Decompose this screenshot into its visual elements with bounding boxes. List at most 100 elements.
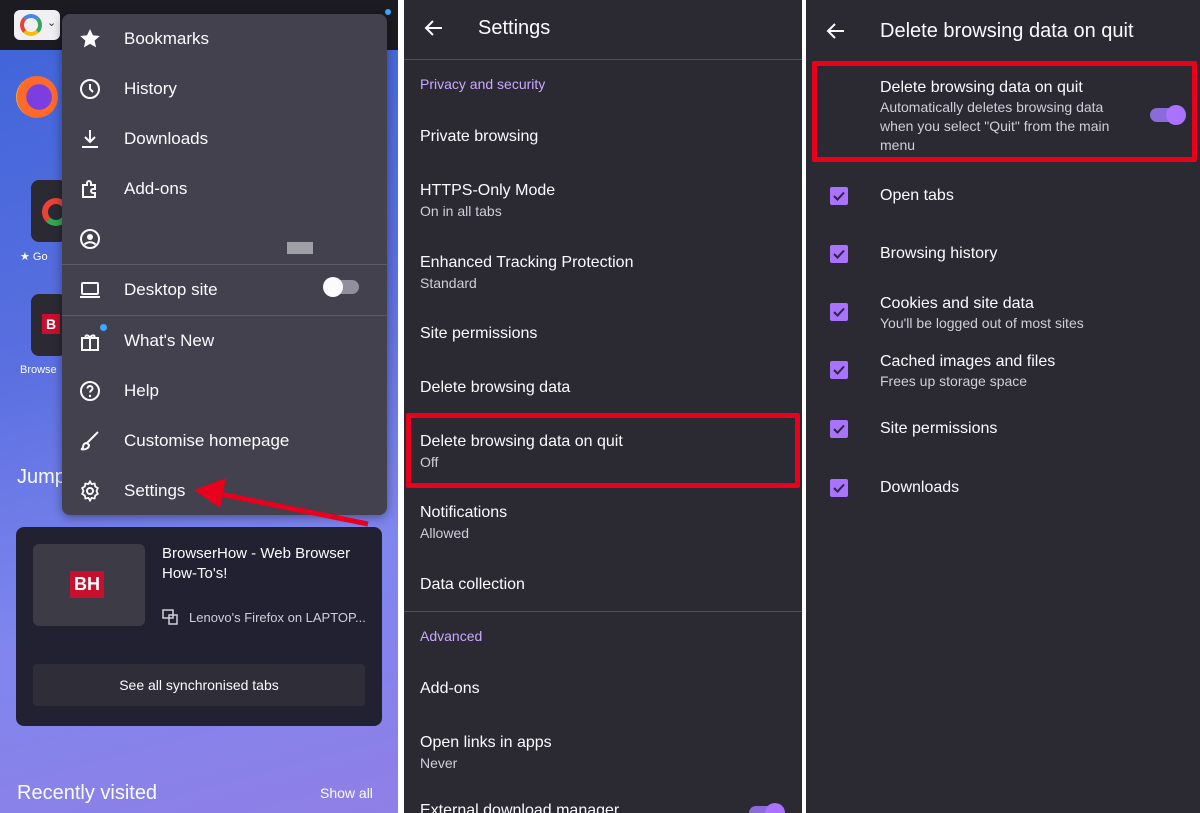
setting-title: Notifications [420,504,508,521]
settings-header: Settings [404,0,802,60]
setting-title: Site permissions [420,325,538,342]
check-icon [833,365,845,375]
main-menu: Bookmarks History Downloads Add-ons Desk… [62,14,387,515]
redacted-account-name [287,242,313,254]
setting-subtitle: Never [420,755,458,771]
page-title: Delete browsing data on quit [880,20,1134,42]
option-title: Browsing history [880,245,998,262]
download-icon [82,130,98,148]
section-advanced: Advanced [420,628,483,644]
option-title: Cached images and files [880,353,1056,370]
section-divider [404,611,802,612]
menu-item-whats-new[interactable]: What's New [62,316,387,366]
device-icon [162,609,178,625]
option-browsing-history[interactable]: Browsing history [880,245,997,263]
menu-item-label: Add-ons [124,179,188,198]
check-icon [833,249,845,259]
desktop-site-toggle[interactable] [323,277,359,297]
menu-item-label: Downloads [124,129,209,148]
option-cookies-site-data[interactable]: Cookies and site data You'll be logged o… [880,295,1084,331]
setting-title: External download manager [420,802,620,813]
menu-item-label: Customise homepage [124,431,290,450]
menu-item-downloads[interactable]: Downloads [62,114,387,164]
menu-item-label: Desktop site [124,280,218,299]
check-icon [833,424,845,434]
menu-item-bookmarks[interactable]: Bookmarks [62,14,387,64]
menu-item-label: What's New [124,331,215,350]
external-download-manager-toggle[interactable] [749,803,785,813]
checkbox-downloads[interactable] [830,479,848,497]
setting-delete-browsing-data[interactable]: Delete browsing data [420,379,570,397]
setting-addons[interactable]: Add-ons [420,680,480,698]
delete-data-on-quit-panel: Delete browsing data on quit Delete brow… [806,0,1200,813]
setting-title: Open links in apps [420,734,552,751]
setting-title: Delete browsing data [420,379,571,396]
checkbox-site-permissions[interactable] [830,420,848,438]
back-arrow-icon[interactable] [824,19,848,43]
jump-back-in-heading: Jump [17,466,66,488]
checkbox-open-tabs[interactable] [830,187,848,205]
menu-item-history[interactable]: History [62,64,387,114]
search-engine-selector[interactable]: ⌄ [14,10,60,40]
chevron-down-icon: ⌄ [47,17,57,29]
show-all-link[interactable]: Show all [320,785,373,801]
menu-item-addons[interactable]: Add-ons [62,164,387,214]
toggle-knob [765,803,785,813]
browserhow-logo-icon: B [42,314,61,334]
option-title: Open tabs [880,187,954,204]
option-subtitle: You'll be logged out of most sites [880,315,1084,331]
setting-notifications[interactable]: Notifications Allowed [420,504,507,541]
menu-item-account[interactable] [62,214,387,264]
star-icon [80,29,100,48]
setting-title: Add-ons [420,680,480,697]
setting-external-download-manager[interactable]: External download manager [420,802,619,813]
new-badge-dot [100,324,107,331]
clock-icon [80,79,100,99]
setting-site-permissions[interactable]: Site permissions [420,325,537,343]
highlight-box [406,413,800,488]
option-cached-images[interactable]: Cached images and files Frees up storage… [880,353,1055,389]
synced-device-name: Lenovo's Firefox on LAPTOP... [189,610,366,625]
check-icon [833,191,845,201]
synced-tab-thumbnail: BH [33,544,145,626]
toggle-knob [323,277,343,297]
google-icon [20,14,42,36]
setting-title: Private browsing [420,128,539,145]
synced-tab-card[interactable]: BH BrowserHow - Web Browser How-To's! Le… [16,527,382,726]
laptop-icon [80,282,100,298]
option-title: Cookies and site data [880,295,1034,312]
check-icon [833,307,845,317]
menu-item-customise-homepage[interactable]: Customise homepage [62,416,387,466]
setting-enhanced-tracking-protection[interactable]: Enhanced Tracking Protection Standard [420,254,633,291]
menu-item-help[interactable]: Help [62,366,387,416]
option-title: Site permissions [880,420,998,437]
setting-title: HTTPS-Only Mode [420,182,556,199]
option-open-tabs[interactable]: Open tabs [880,187,954,205]
firefox-logo-icon [16,76,58,118]
menu-item-label: Bookmarks [124,29,210,48]
setting-private-browsing[interactable]: Private browsing [420,128,538,146]
brush-icon [80,431,99,451]
highlight-box [812,61,1197,162]
option-downloads[interactable]: Downloads [880,479,959,497]
checkbox-cached-images[interactable] [830,361,848,379]
see-all-synced-tabs-button[interactable]: See all synchronised tabs [33,664,365,706]
setting-https-only-mode[interactable]: HTTPS-Only Mode On in all tabs [420,182,555,219]
help-icon [80,381,100,401]
check-icon [833,483,845,493]
back-arrow-icon[interactable] [422,16,446,40]
setting-data-collection[interactable]: Data collection [420,576,525,594]
option-site-permissions[interactable]: Site permissions [880,420,997,438]
setting-title: Enhanced Tracking Protection [420,254,634,271]
page-title: Settings [478,17,551,39]
setting-open-links-in-apps[interactable]: Open links in apps Never [420,734,552,771]
setting-title: Data collection [420,576,525,593]
menu-item-label: History [124,79,177,98]
checkbox-cookies-site-data[interactable] [830,303,848,321]
menu-item-label: Help [124,381,159,400]
shortcut-label: ★ Go [20,251,48,263]
recently-visited-heading: Recently visited [17,782,158,804]
checkbox-browsing-history[interactable] [830,245,848,263]
puzzle-icon [82,180,96,198]
shortcut-label: Browse [20,364,57,376]
